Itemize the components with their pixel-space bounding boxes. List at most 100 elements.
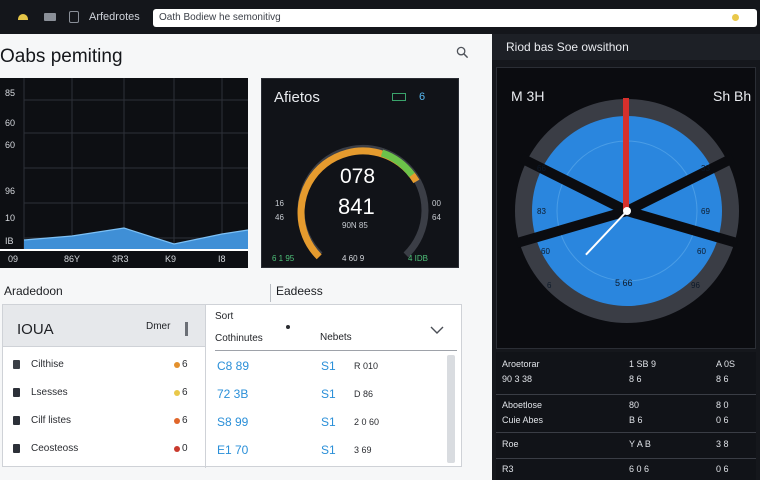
section-heading: Eadeess — [270, 284, 323, 302]
y-tick-label: 60 — [5, 140, 16, 150]
scrollbar[interactable] — [447, 355, 455, 463]
header-underline — [215, 350, 457, 351]
stats-row[interactable]: Aroetorar 1 SB 9 A 0S — [496, 357, 756, 373]
x-tick-label: 09 — [8, 254, 19, 264]
cell-value: S8 99 — [217, 415, 249, 429]
cell-value: S1 — [321, 443, 336, 457]
chevron-down-icon[interactable] — [430, 325, 444, 335]
cell-value: S1 — [321, 359, 336, 373]
divider — [496, 394, 756, 395]
column-header[interactable]: Nebets — [320, 332, 352, 343]
stats-value: 8 6 — [716, 374, 729, 384]
cell-value: C8 89 — [217, 359, 250, 373]
sort-indicator — [286, 325, 290, 329]
stats-value: A 0S — [716, 359, 736, 369]
x-tick-label: K9 — [165, 254, 177, 264]
y-tick-label: 85 — [5, 88, 16, 98]
bell-icon — [13, 360, 20, 369]
gauge-left-label: 16 — [275, 199, 284, 208]
stats-value: 0 6 — [716, 464, 729, 474]
dial-tick-label: 33 — [701, 164, 710, 173]
gauge-bottom-label: 6 1 95 — [272, 254, 295, 263]
table-row[interactable]: 72 3B S1 D 86 — [215, 381, 447, 409]
stats-label: 90 3 38 — [502, 374, 533, 384]
gauge-subtext: 90N 85 — [342, 221, 368, 230]
x-tick-label: 86Y — [64, 254, 81, 264]
stats-value: 80 — [629, 400, 640, 410]
sort-label[interactable]: Sort — [215, 311, 233, 322]
star-icon[interactable] — [732, 14, 739, 21]
list-item-count: 6 — [182, 415, 188, 426]
stats-row[interactable]: 90 3 38 8 6 8 6 — [496, 372, 756, 388]
section-heading: Aradedoon — [4, 284, 63, 298]
list-item[interactable]: Cilthise 6 — [3, 351, 205, 379]
gauge-left-label: 46 — [275, 213, 284, 222]
table-row[interactable]: C8 89 S1 R 010 — [215, 353, 447, 381]
gauge-bottom-label: 4 IDB — [408, 254, 429, 263]
stats-row[interactable]: Cuie Abes B 6 0 6 — [496, 413, 756, 429]
cell-value: E1 70 — [217, 443, 249, 457]
y-tick-label: 10 — [5, 213, 16, 223]
stats-value: 3 8 — [716, 439, 729, 449]
status-dot — [174, 390, 180, 396]
column-resize-handle[interactable] — [185, 322, 188, 336]
cell-value: 72 3B — [217, 387, 249, 401]
list-header: IOUA Dmer — [3, 305, 205, 347]
dial-tick-label: 6 — [547, 281, 552, 290]
list-item[interactable]: Lsesses 6 — [3, 379, 205, 407]
app-brand: Arfedrotes — [89, 11, 140, 23]
list-header-button[interactable]: Dmer — [146, 321, 170, 332]
cell-value: 2 0 60 — [354, 417, 380, 427]
square-icon — [13, 416, 20, 425]
dial-needle — [623, 98, 629, 211]
address-bar[interactable]: Oath Bodiew he semonitivg — [153, 9, 757, 27]
dial-left-label: M 3H — [511, 88, 545, 104]
stats-value: 8 6 — [629, 374, 642, 384]
stats-label: Roe — [502, 439, 519, 449]
dial-tick-label: 60 — [697, 247, 706, 256]
list-item-name: Cilf listes — [31, 415, 72, 426]
stats-label: Cuie Abes — [502, 415, 544, 425]
gauge-bottom-label: 4 60 9 — [342, 254, 365, 263]
folder-icon[interactable] — [44, 13, 56, 21]
table-row[interactable]: S8 99 S1 2 0 60 — [215, 409, 447, 437]
list-item[interactable]: Cilf listes 6 — [3, 407, 205, 435]
gauge-value-secondary: 841 — [338, 194, 375, 219]
search-icon[interactable] — [456, 46, 469, 59]
stats-label: R3 — [502, 464, 514, 474]
panel-header: Riod bas Soe owsithon — [492, 34, 760, 60]
main-panel: Oabs pemiting 85 60 60 96 10 IB 09 86Y 3… — [0, 34, 492, 480]
dial-gauge: 66 83 60 6 33 69 60 96 5 66 — [515, 98, 739, 323]
x-tick-label: 3R3 — [112, 254, 129, 264]
cell-value: D 86 — [354, 389, 374, 399]
list-item-count: 0 — [182, 443, 188, 454]
list-item-count: 6 — [182, 387, 188, 398]
list-item-name: Cilthise — [31, 359, 64, 370]
address-text[interactable]: Oath Bodiew he semonitivg — [159, 12, 281, 23]
shield-icon[interactable] — [69, 11, 79, 23]
status-dot — [174, 362, 180, 368]
x-tick-label: I8 — [218, 254, 226, 264]
home-icon[interactable] — [18, 14, 28, 20]
stats-row[interactable]: Roe Y A B 3 8 — [496, 437, 756, 453]
dial-right-label: Sh Bh — [713, 88, 752, 104]
gauge-right-label: 64 — [432, 213, 441, 222]
stats-row[interactable]: R3 6 0 6 0 6 — [496, 462, 756, 478]
gauge-card: Afietos 6 078 841 90N 85 46 16 00 64 6 1… — [261, 78, 459, 268]
dial-tick-label: 83 — [537, 207, 546, 216]
cell-value: R 010 — [354, 361, 379, 371]
divider — [496, 432, 756, 433]
stats-value: 1 SB 9 — [629, 359, 657, 369]
y-tick-label: IB — [5, 236, 14, 246]
dial-gauge-card: 66 83 60 6 33 69 60 96 5 66 M 3H Sh Bh — [496, 67, 756, 349]
stats-row[interactable]: Aboetlose 80 8 0 — [496, 398, 756, 414]
status-dot — [174, 418, 180, 424]
dial-tick-label: 60 — [541, 247, 550, 256]
column-header[interactable]: Cothinutes — [215, 333, 263, 344]
list-item[interactable]: Ceosteoss 0 — [3, 435, 205, 463]
stats-value: 6 0 6 — [629, 464, 650, 474]
table-row[interactable]: E1 70 S1 3 69 — [215, 437, 447, 465]
cell-value: 3 69 — [354, 445, 372, 455]
list-item-name: Ceosteoss — [31, 443, 79, 454]
right-panel: Riod bas Soe owsithon 66 83 60 6 33 69 6… — [492, 34, 760, 480]
